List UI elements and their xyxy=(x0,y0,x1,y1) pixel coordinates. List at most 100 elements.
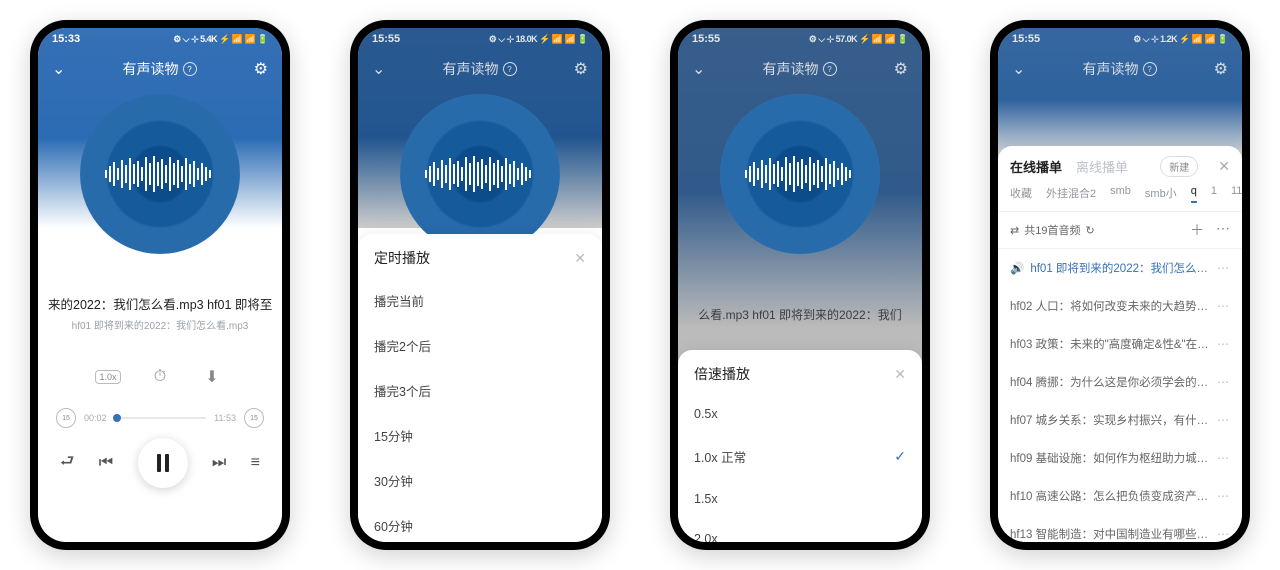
speed-button[interactable]: 1.0x xyxy=(95,366,121,388)
gear-icon[interactable]: ⚙ xyxy=(1214,59,1228,79)
check-icon: ✓ xyxy=(894,448,906,465)
close-icon[interactable]: ✕ xyxy=(574,250,586,267)
timer-option[interactable]: 15分钟 xyxy=(358,413,602,458)
page-title: 有声读物 xyxy=(123,59,179,79)
back-chevron-icon[interactable]: ⌄ xyxy=(372,59,385,79)
row-more-icon[interactable]: ⋯ xyxy=(1217,451,1230,465)
list-item[interactable]: hf04 腾挪：为什么这是你必须学会的生…⋯ xyxy=(998,363,1242,401)
tab-offline-playlist[interactable]: 离线播单 xyxy=(1076,157,1128,176)
back-chevron-icon[interactable]: ⌄ xyxy=(1012,59,1025,79)
next-track-icon[interactable]: ⏭ xyxy=(212,454,226,472)
more-icon[interactable]: ⋯ xyxy=(1216,220,1230,240)
timer-option[interactable]: 播完2个后 xyxy=(358,323,602,368)
track-count: 共19首音频 xyxy=(1024,222,1080,238)
status-icons: ⚙ ⌵ ⊹ 5.4K ⚡ 📶 📶 🔋 xyxy=(173,34,268,45)
row-more-icon[interactable]: ⋯ xyxy=(1217,337,1230,351)
status-bar: 15:55 ⚙ ⌵ ⊹ 18.0K ⚡ 📶 📶 🔋 xyxy=(358,28,602,50)
phone-speed-sheet: 15:55 ⚙ ⌵ ⊹ 57.0K ⚡ 📶 📶 🔋 ⌄ 有声读物? ⚙ 么看.m… xyxy=(670,20,930,550)
gear-icon[interactable]: ⚙ xyxy=(574,59,588,79)
row-more-icon[interactable]: ⋯ xyxy=(1217,527,1230,541)
status-bar: 15:55 ⚙ ⌵ ⊹ 57.0K ⚡ 📶 📶 🔋 xyxy=(678,28,922,50)
waveform-icon xyxy=(105,156,215,192)
row-more-icon[interactable]: ⋯ xyxy=(1217,299,1230,313)
list-item[interactable]: hf13 智能制造：对中国制造业有哪些好…⋯ xyxy=(998,515,1242,542)
list-item[interactable]: hf03 政策：未来的"高度确定&性&"在哪…⋯ xyxy=(998,325,1242,363)
list-item[interactable]: hf09 基础设施：如何作为枢纽助力城乡…⋯ xyxy=(998,439,1242,477)
progress-bar[interactable] xyxy=(115,417,207,419)
speed-option[interactable]: 1.5x xyxy=(678,479,922,519)
timer-sheet-title: 定时播放 xyxy=(374,248,430,268)
gear-icon[interactable]: ⚙ xyxy=(894,59,908,79)
timer-option[interactable]: 30分钟 xyxy=(358,458,602,503)
phone-timer-sheet: 15:55 ⚙ ⌵ ⊹ 18.0K ⚡ 📶 📶 🔋 ⌄ 有声读物? ⚙ 定时播放… xyxy=(350,20,610,550)
help-icon[interactable]: ? xyxy=(503,62,517,76)
timer-icon[interactable]: ⏱ xyxy=(147,366,173,388)
add-icon[interactable]: ＋ xyxy=(1190,220,1204,240)
playlist-subtabs: 收藏 外挂混合2 smb smb小 q 1 111 xyxy=(998,185,1242,211)
status-bar: 15:33 ⚙ ⌵ ⊹ 5.4K ⚡ 📶 📶 🔋 xyxy=(38,28,282,50)
speed-sheet-title: 倍速播放 xyxy=(694,364,750,384)
time-total: 11:53 xyxy=(214,413,236,423)
waveform-icon xyxy=(745,156,855,192)
page-title: 有声读物 xyxy=(763,59,819,79)
status-time: 15:33 xyxy=(52,33,80,45)
timer-option[interactable]: 播完当前 xyxy=(358,278,602,323)
rewind-15-icon[interactable]: 15 xyxy=(56,408,76,428)
subtab[interactable]: 收藏 xyxy=(1010,185,1032,203)
row-more-icon[interactable]: ⋯ xyxy=(1217,489,1230,503)
close-icon[interactable]: ✕ xyxy=(894,366,906,383)
phone-playlist: 15:55 ⚙ ⌵ ⊹ 1.2K ⚡ 📶 📶 🔋 ⌄ 有声读物? ⚙ 在线播单 … xyxy=(990,20,1250,550)
playlist-icon[interactable]: ≡ xyxy=(251,454,260,472)
track-subtitle: hf01 即将到来的2022：我们怎么看.mp3 xyxy=(48,317,272,332)
status-time: 15:55 xyxy=(692,33,720,45)
new-playlist-button[interactable]: 新建 xyxy=(1160,156,1198,177)
speaker-icon: 🔊 xyxy=(1010,261,1024,275)
list-item[interactable]: hf07 城乡关系：实现乡村振兴，有什么…⋯ xyxy=(998,401,1242,439)
loop-icon[interactable]: ⮐ xyxy=(60,450,74,477)
speed-option[interactable]: 0.5x xyxy=(678,394,922,434)
subtab[interactable]: smb xyxy=(1110,185,1131,203)
subtab[interactable]: smb小 xyxy=(1145,185,1177,203)
shuffle-icon[interactable]: ⇄ xyxy=(1010,224,1019,237)
tab-online-playlist[interactable]: 在线播单 xyxy=(1010,157,1062,176)
phone-player: 15:33 ⚙ ⌵ ⊹ 5.4K ⚡ 📶 📶 🔋 ⌄ 有声读物 ? ⚙ xyxy=(30,20,290,550)
gear-icon[interactable]: ⚙ xyxy=(254,59,268,79)
back-chevron-icon[interactable]: ⌄ xyxy=(692,59,705,79)
row-more-icon[interactable]: ⋯ xyxy=(1217,375,1230,389)
row-more-icon[interactable]: ⋯ xyxy=(1217,413,1230,427)
album-art-disc xyxy=(80,94,240,254)
prev-track-icon[interactable]: ⏮ xyxy=(99,454,113,472)
download-icon[interactable]: ⬇ xyxy=(199,366,225,388)
subtab[interactable]: 外挂混合2 xyxy=(1046,185,1096,203)
album-art-disc xyxy=(720,94,880,254)
status-icons: ⚙ ⌵ ⊹ 57.0K ⚡ 📶 📶 🔋 xyxy=(809,34,908,45)
speed-option[interactable]: 2.0x xyxy=(678,519,922,542)
help-icon[interactable]: ? xyxy=(823,62,837,76)
waveform-icon xyxy=(425,156,535,192)
status-bar: 15:55 ⚙ ⌵ ⊹ 1.2K ⚡ 📶 📶 🔋 xyxy=(998,28,1242,50)
row-more-icon[interactable]: ⋯ xyxy=(1217,261,1230,275)
page-title: 有声读物 xyxy=(443,59,499,79)
play-pause-button[interactable] xyxy=(138,438,188,488)
subtab[interactable]: 1 xyxy=(1211,185,1217,203)
status-time: 15:55 xyxy=(372,33,400,45)
timer-option[interactable]: 60分钟 xyxy=(358,503,602,542)
list-item[interactable]: 🔊 hf01 即将到来的2022：我们怎么看… ⋯ xyxy=(998,249,1242,287)
status-icons: ⚙ ⌵ ⊹ 18.0K ⚡ 📶 📶 🔋 xyxy=(489,34,588,45)
speed-option[interactable]: 1.0x 正常✓ xyxy=(678,434,922,479)
time-current: 00:02 xyxy=(84,413,107,423)
track-title: 来的2022：我们怎么看.mp3 hf01 即将至 xyxy=(48,294,272,313)
help-icon[interactable]: ? xyxy=(1143,62,1157,76)
help-icon[interactable]: ? xyxy=(183,62,197,76)
back-chevron-icon[interactable]: ⌄ xyxy=(52,59,65,79)
page-title: 有声读物 xyxy=(1083,59,1139,79)
album-art-disc xyxy=(400,94,560,254)
refresh-icon[interactable]: ↻ xyxy=(1085,224,1094,237)
forward-15-icon[interactable]: 15 xyxy=(244,408,264,428)
subtab[interactable]: q xyxy=(1191,185,1197,203)
subtab[interactable]: 111 xyxy=(1231,185,1242,203)
list-item[interactable]: hf02 人口：将如何改变未来的大趋势？…⋯ xyxy=(998,287,1242,325)
timer-option[interactable]: 播完3个后 xyxy=(358,368,602,413)
close-icon[interactable]: ✕ xyxy=(1218,158,1230,175)
list-item[interactable]: hf10 高速公路：怎么把负债变成资产？…⋯ xyxy=(998,477,1242,515)
